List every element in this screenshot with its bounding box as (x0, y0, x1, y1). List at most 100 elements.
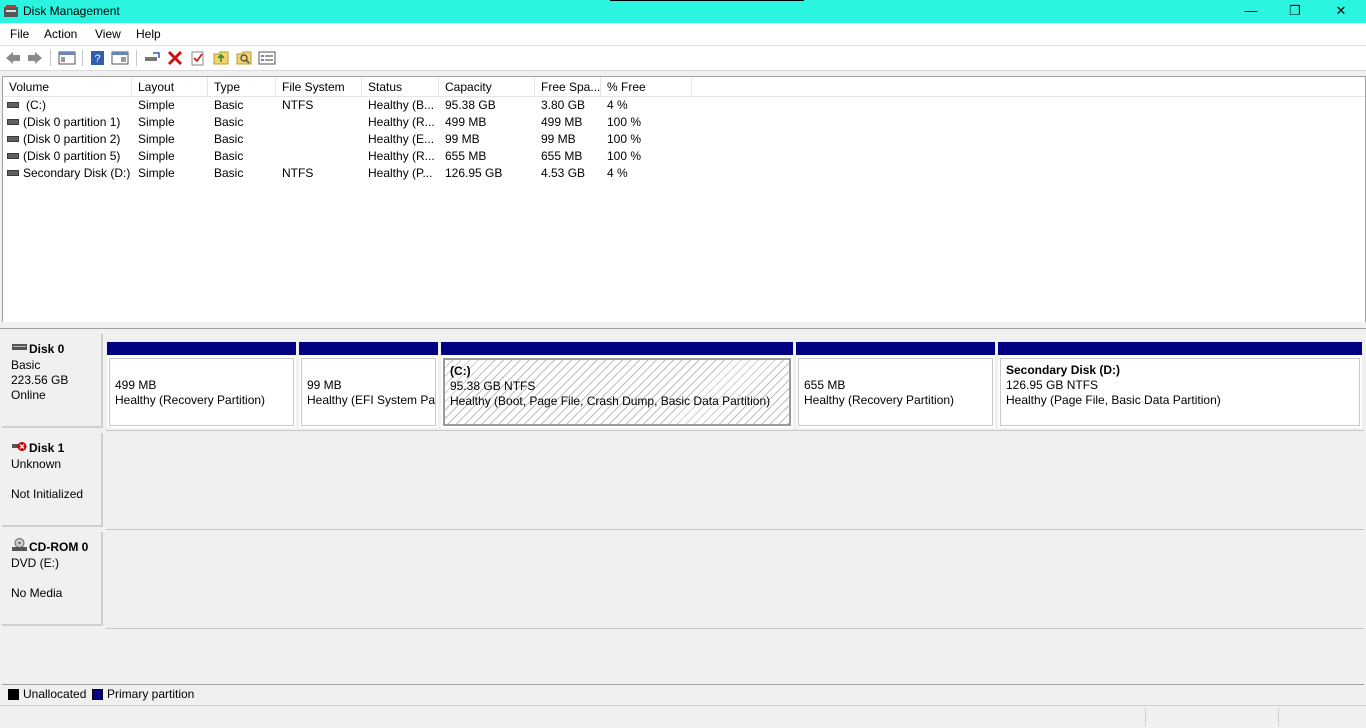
column-header-percent-free[interactable]: % Free (601, 77, 692, 96)
partition-size: 99 MB (307, 378, 342, 392)
partition-recovery-5[interactable]: 655 MB Healthy (Recovery Partition) (796, 342, 995, 428)
toolbar-separator (50, 50, 51, 66)
cdrom-0-area (106, 532, 1364, 629)
properties-icon[interactable] (111, 50, 129, 66)
volume-list-header: Volume Layout Type File System Status Ca… (3, 77, 1365, 97)
volume-name: (Disk 0 partition 5) (23, 149, 121, 163)
close-button[interactable]: ✕ (1318, 0, 1364, 23)
volume-layout: Simple (138, 98, 175, 112)
volume-percent-free: 4 % (607, 166, 628, 180)
title-indicator-line (610, 0, 804, 1)
volume-name: Secondary Disk (D:) (23, 166, 131, 180)
partition-d[interactable]: Secondary Disk (D:) 126.95 GB NTFS Healt… (998, 342, 1362, 428)
pane-splitter[interactable] (0, 322, 1366, 329)
cd-drive-icon (12, 538, 27, 551)
maximize-button[interactable]: ❐ (1272, 0, 1318, 23)
disk-type: Unknown (11, 457, 62, 471)
disk-0-info[interactable]: Disk 0 Basic 223.56 GB Online (2, 334, 103, 428)
help-icon[interactable]: ? (89, 50, 107, 66)
disk-1-area (106, 433, 1364, 530)
menu-view[interactable]: View (95, 27, 121, 41)
toolbar: ? (0, 46, 1366, 71)
toolbar-separator (136, 50, 137, 66)
minimize-button[interactable]: — (1228, 0, 1274, 23)
primary-partition-bar (107, 342, 296, 355)
volume-type: Basic (214, 98, 244, 112)
volume-icon (7, 136, 19, 142)
volume-free-space: 99 MB (541, 132, 576, 146)
disk-graphical-view: Disk 0 Basic 223.56 GB Online 499 MB Hea… (2, 330, 1364, 684)
unallocated-swatch (8, 689, 19, 700)
disk-name: Disk 1 (29, 441, 65, 455)
volume-row[interactable]: (Disk 0 partition 1) Simple Basic Health… (3, 114, 1365, 131)
column-header-status[interactable]: Status (362, 77, 439, 96)
disk-management-app-icon (4, 5, 18, 17)
column-header-layout[interactable]: Layout (132, 77, 208, 96)
cdrom-0-info[interactable]: CD-ROM 0 DVD (E:) No Media (2, 532, 103, 626)
partition-c[interactable]: (C:) 95.38 GB NTFS Healthy (Boot, Page F… (441, 342, 793, 428)
title-bar: Disk Management — ❐ ✕ (0, 0, 1366, 23)
partition-status: Healthy (EFI System Partition) (307, 393, 436, 407)
disk-name: Disk 0 (29, 342, 65, 356)
console-tree-icon[interactable] (58, 50, 76, 66)
volume-list[interactable]: Volume Layout Type File System Status Ca… (2, 76, 1366, 323)
partition-status: Healthy (Boot, Page File, Crash Dump, Ba… (450, 394, 771, 408)
volume-status: Healthy (P... (368, 166, 433, 180)
volume-row[interactable]: (Disk 0 partition 5) Simple Basic Health… (3, 148, 1365, 165)
partition-efi[interactable]: 99 MB Healthy (EFI System Partition) (299, 342, 438, 428)
partition-size: 499 MB (115, 378, 157, 392)
partition-size: 655 MB (804, 378, 846, 392)
volume-icon (7, 170, 19, 176)
partition-recovery-1[interactable]: 499 MB Healthy (Recovery Partition) (107, 342, 296, 428)
disk-0-partitions: 499 MB Healthy (Recovery Partition) 99 M… (106, 334, 1364, 431)
column-header-type[interactable]: Type (208, 77, 276, 96)
volume-row[interactable]: (Disk 0 partition 2) Simple Basic Health… (3, 131, 1365, 148)
folder-search-icon[interactable] (235, 50, 253, 66)
volume-type: Basic (214, 166, 244, 180)
volume-percent-free: 100 % (607, 132, 642, 146)
volume-icon (7, 153, 19, 159)
volume-layout: Simple (138, 149, 175, 163)
back-arrow-icon[interactable] (4, 50, 22, 66)
volume-row[interactable]: Secondary Disk (D:) Simple Basic NTFS He… (3, 165, 1365, 182)
volume-percent-free: 4 % (607, 98, 628, 112)
disk-size: 223.56 GB (11, 373, 69, 387)
folder-up-icon[interactable] (212, 50, 230, 66)
volume-name: (C:) (26, 98, 46, 112)
connect-disk-icon[interactable] (143, 50, 161, 66)
menu-action[interactable]: Action (44, 27, 77, 41)
volume-free-space: 3.80 GB (541, 98, 586, 112)
primary-partition-bar (796, 342, 995, 355)
disk-type: Basic (11, 358, 41, 372)
disk-1-row: Disk 1 Unknown Not Initialized (2, 433, 1364, 530)
toolbar-separator (82, 50, 83, 66)
window-title: Disk Management (23, 4, 120, 18)
legend-unallocated: Unallocated (23, 687, 87, 701)
check-icon[interactable] (189, 50, 207, 66)
menu-help[interactable]: Help (136, 27, 161, 41)
forward-arrow-icon[interactable] (26, 50, 44, 66)
hard-disk-icon (12, 344, 27, 350)
column-header-file-system[interactable]: File System (276, 77, 362, 96)
disk-1-info[interactable]: Disk 1 Unknown Not Initialized (2, 433, 103, 527)
delete-icon[interactable] (166, 50, 184, 66)
status-separator (1278, 708, 1279, 726)
disk-0-row: Disk 0 Basic 223.56 GB Online 499 MB Hea… (2, 334, 1364, 431)
cdrom-0-row: CD-ROM 0 DVD (E:) No Media (2, 532, 1364, 629)
volume-status: Healthy (E... (368, 132, 435, 146)
legend: Unallocated Primary partition (2, 684, 1364, 705)
disk-type: DVD (E:) (11, 556, 59, 570)
volume-layout: Simple (138, 132, 175, 146)
list-view-icon[interactable] (258, 50, 276, 66)
volume-row[interactable]: (C:) Simple Basic NTFS Healthy (B... 95.… (3, 97, 1365, 114)
menu-file[interactable]: File (10, 27, 29, 41)
primary-partition-bar (299, 342, 438, 355)
svg-text:?: ? (94, 53, 100, 65)
primary-partition-bar (998, 342, 1362, 355)
volume-name: (Disk 0 partition 1) (23, 115, 121, 129)
volume-capacity: 126.95 GB (445, 166, 503, 180)
column-header-capacity[interactable]: Capacity (439, 77, 535, 96)
column-header-free-space[interactable]: Free Spa... (535, 77, 601, 96)
column-header-volume[interactable]: Volume (3, 77, 132, 96)
partition-status: Healthy (Page File, Basic Data Partition… (1006, 393, 1221, 407)
